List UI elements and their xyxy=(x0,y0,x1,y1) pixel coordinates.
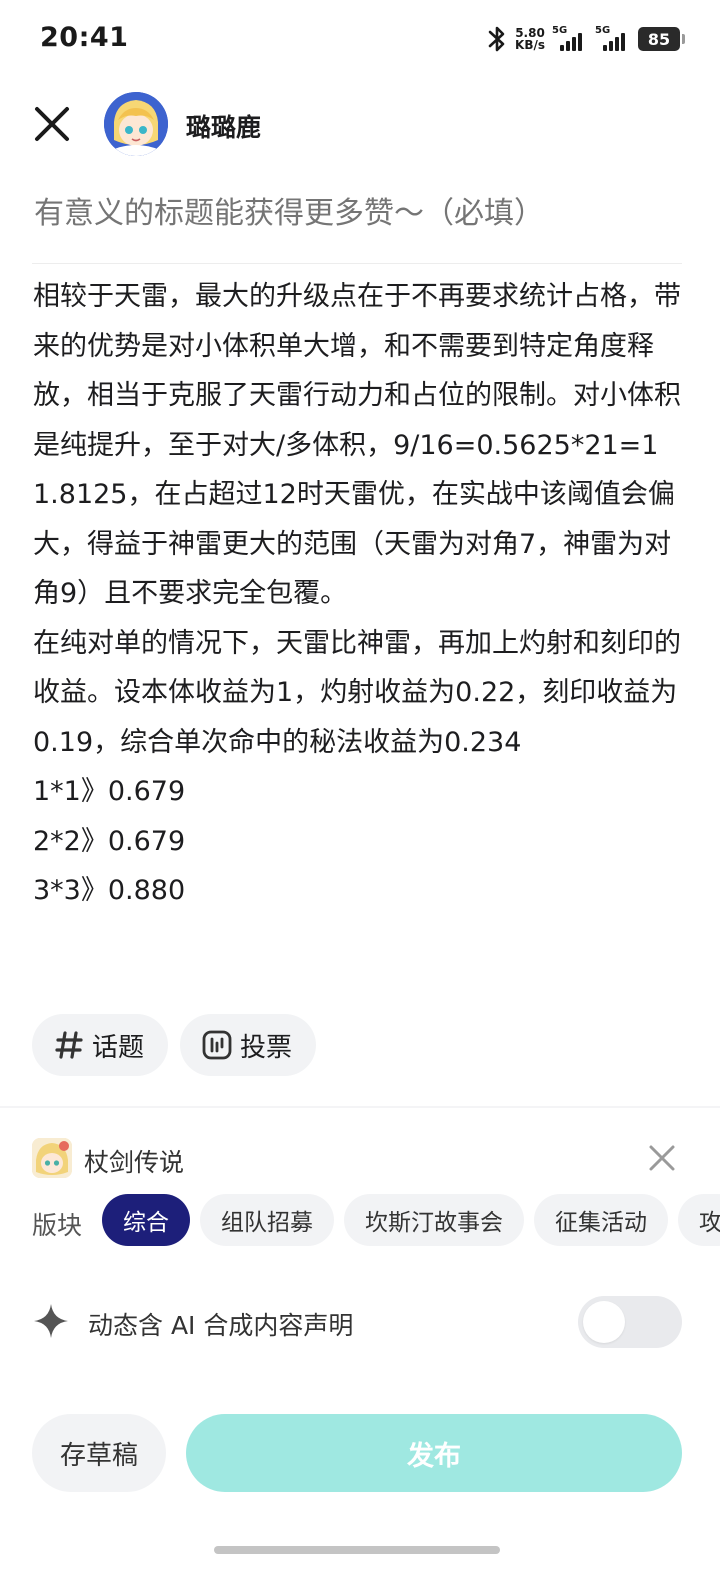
battery-icon: 85 xyxy=(638,27,685,51)
board-tag-guides[interactable]: 攻 xyxy=(678,1194,720,1246)
user-name: 璐璐鹿 xyxy=(186,113,262,142)
topic-button[interactable]: 话题 xyxy=(32,1014,169,1076)
topic-label: 话题 xyxy=(92,1032,145,1063)
ai-declaration-toggle[interactable] xyxy=(578,1296,682,1348)
game-name: 杖剑传说 xyxy=(84,1148,185,1177)
ai-declaration-row: 动态含 AI 合成内容声明 xyxy=(32,1294,682,1350)
selected-game[interactable]: 杖剑传说 xyxy=(32,1138,682,1182)
board-tag-general[interactable]: 综合 xyxy=(102,1194,190,1246)
vote-label: 投票 xyxy=(240,1032,293,1063)
post-body-textarea[interactable]: 相较于天雷，最大的升级点在于不再要求统计占格，带来的优势是对小体积单大增，和不需… xyxy=(33,272,683,996)
sparkle-icon xyxy=(34,1304,68,1338)
signal-sim2-icon: 5G xyxy=(595,25,631,53)
network-speed: 5.80 KB/s xyxy=(515,27,545,51)
signal-sim1-icon: 5G xyxy=(552,25,588,53)
title-divider xyxy=(32,263,682,264)
avatar-image xyxy=(104,92,168,156)
publish-button[interactable]: 发布 xyxy=(186,1414,682,1492)
board-selector: 版块 综合 组队招募 坎斯汀故事会 征集活动 攻 xyxy=(32,1194,720,1248)
status-icons: 5.80 KB/s 5G 5G 85 xyxy=(486,22,685,56)
board-tag-team-recruit[interactable]: 组队招募 xyxy=(200,1194,334,1246)
editor-header: 璐璐鹿 xyxy=(0,84,720,164)
network-speed-unit: KB/s xyxy=(515,38,545,52)
board-label: 版块 xyxy=(32,1211,83,1240)
board-tag-events[interactable]: 征集活动 xyxy=(534,1194,668,1246)
close-icon xyxy=(35,107,69,141)
home-indicator[interactable] xyxy=(214,1546,500,1554)
section-divider xyxy=(0,1106,720,1108)
bluetooth-icon xyxy=(488,26,505,52)
board-tag-list: 综合 组队招募 坎斯汀故事会 征集活动 攻 xyxy=(102,1194,720,1246)
close-button[interactable] xyxy=(30,102,74,146)
status-bar: 20:41 5.80 KB/s 5G 5G 85 xyxy=(0,0,720,80)
battery-level: 85 xyxy=(647,29,671,49)
avatar[interactable] xyxy=(104,92,168,156)
attachment-chips: 话题 投票 xyxy=(32,1014,317,1076)
vote-button[interactable]: 投票 xyxy=(180,1014,317,1076)
ai-declaration-label: 动态含 AI 合成内容声明 xyxy=(88,1311,354,1340)
board-tag-story-club[interactable]: 坎斯汀故事会 xyxy=(344,1194,524,1246)
remove-game-icon[interactable] xyxy=(648,1144,676,1172)
status-time: 20:41 xyxy=(40,22,129,53)
poll-icon xyxy=(202,1030,232,1060)
game-logo-icon xyxy=(32,1138,72,1178)
toggle-knob xyxy=(583,1301,625,1343)
hashtag-icon xyxy=(54,1030,84,1060)
title-input[interactable] xyxy=(34,196,684,231)
save-draft-button[interactable]: 存草稿 xyxy=(32,1414,166,1492)
